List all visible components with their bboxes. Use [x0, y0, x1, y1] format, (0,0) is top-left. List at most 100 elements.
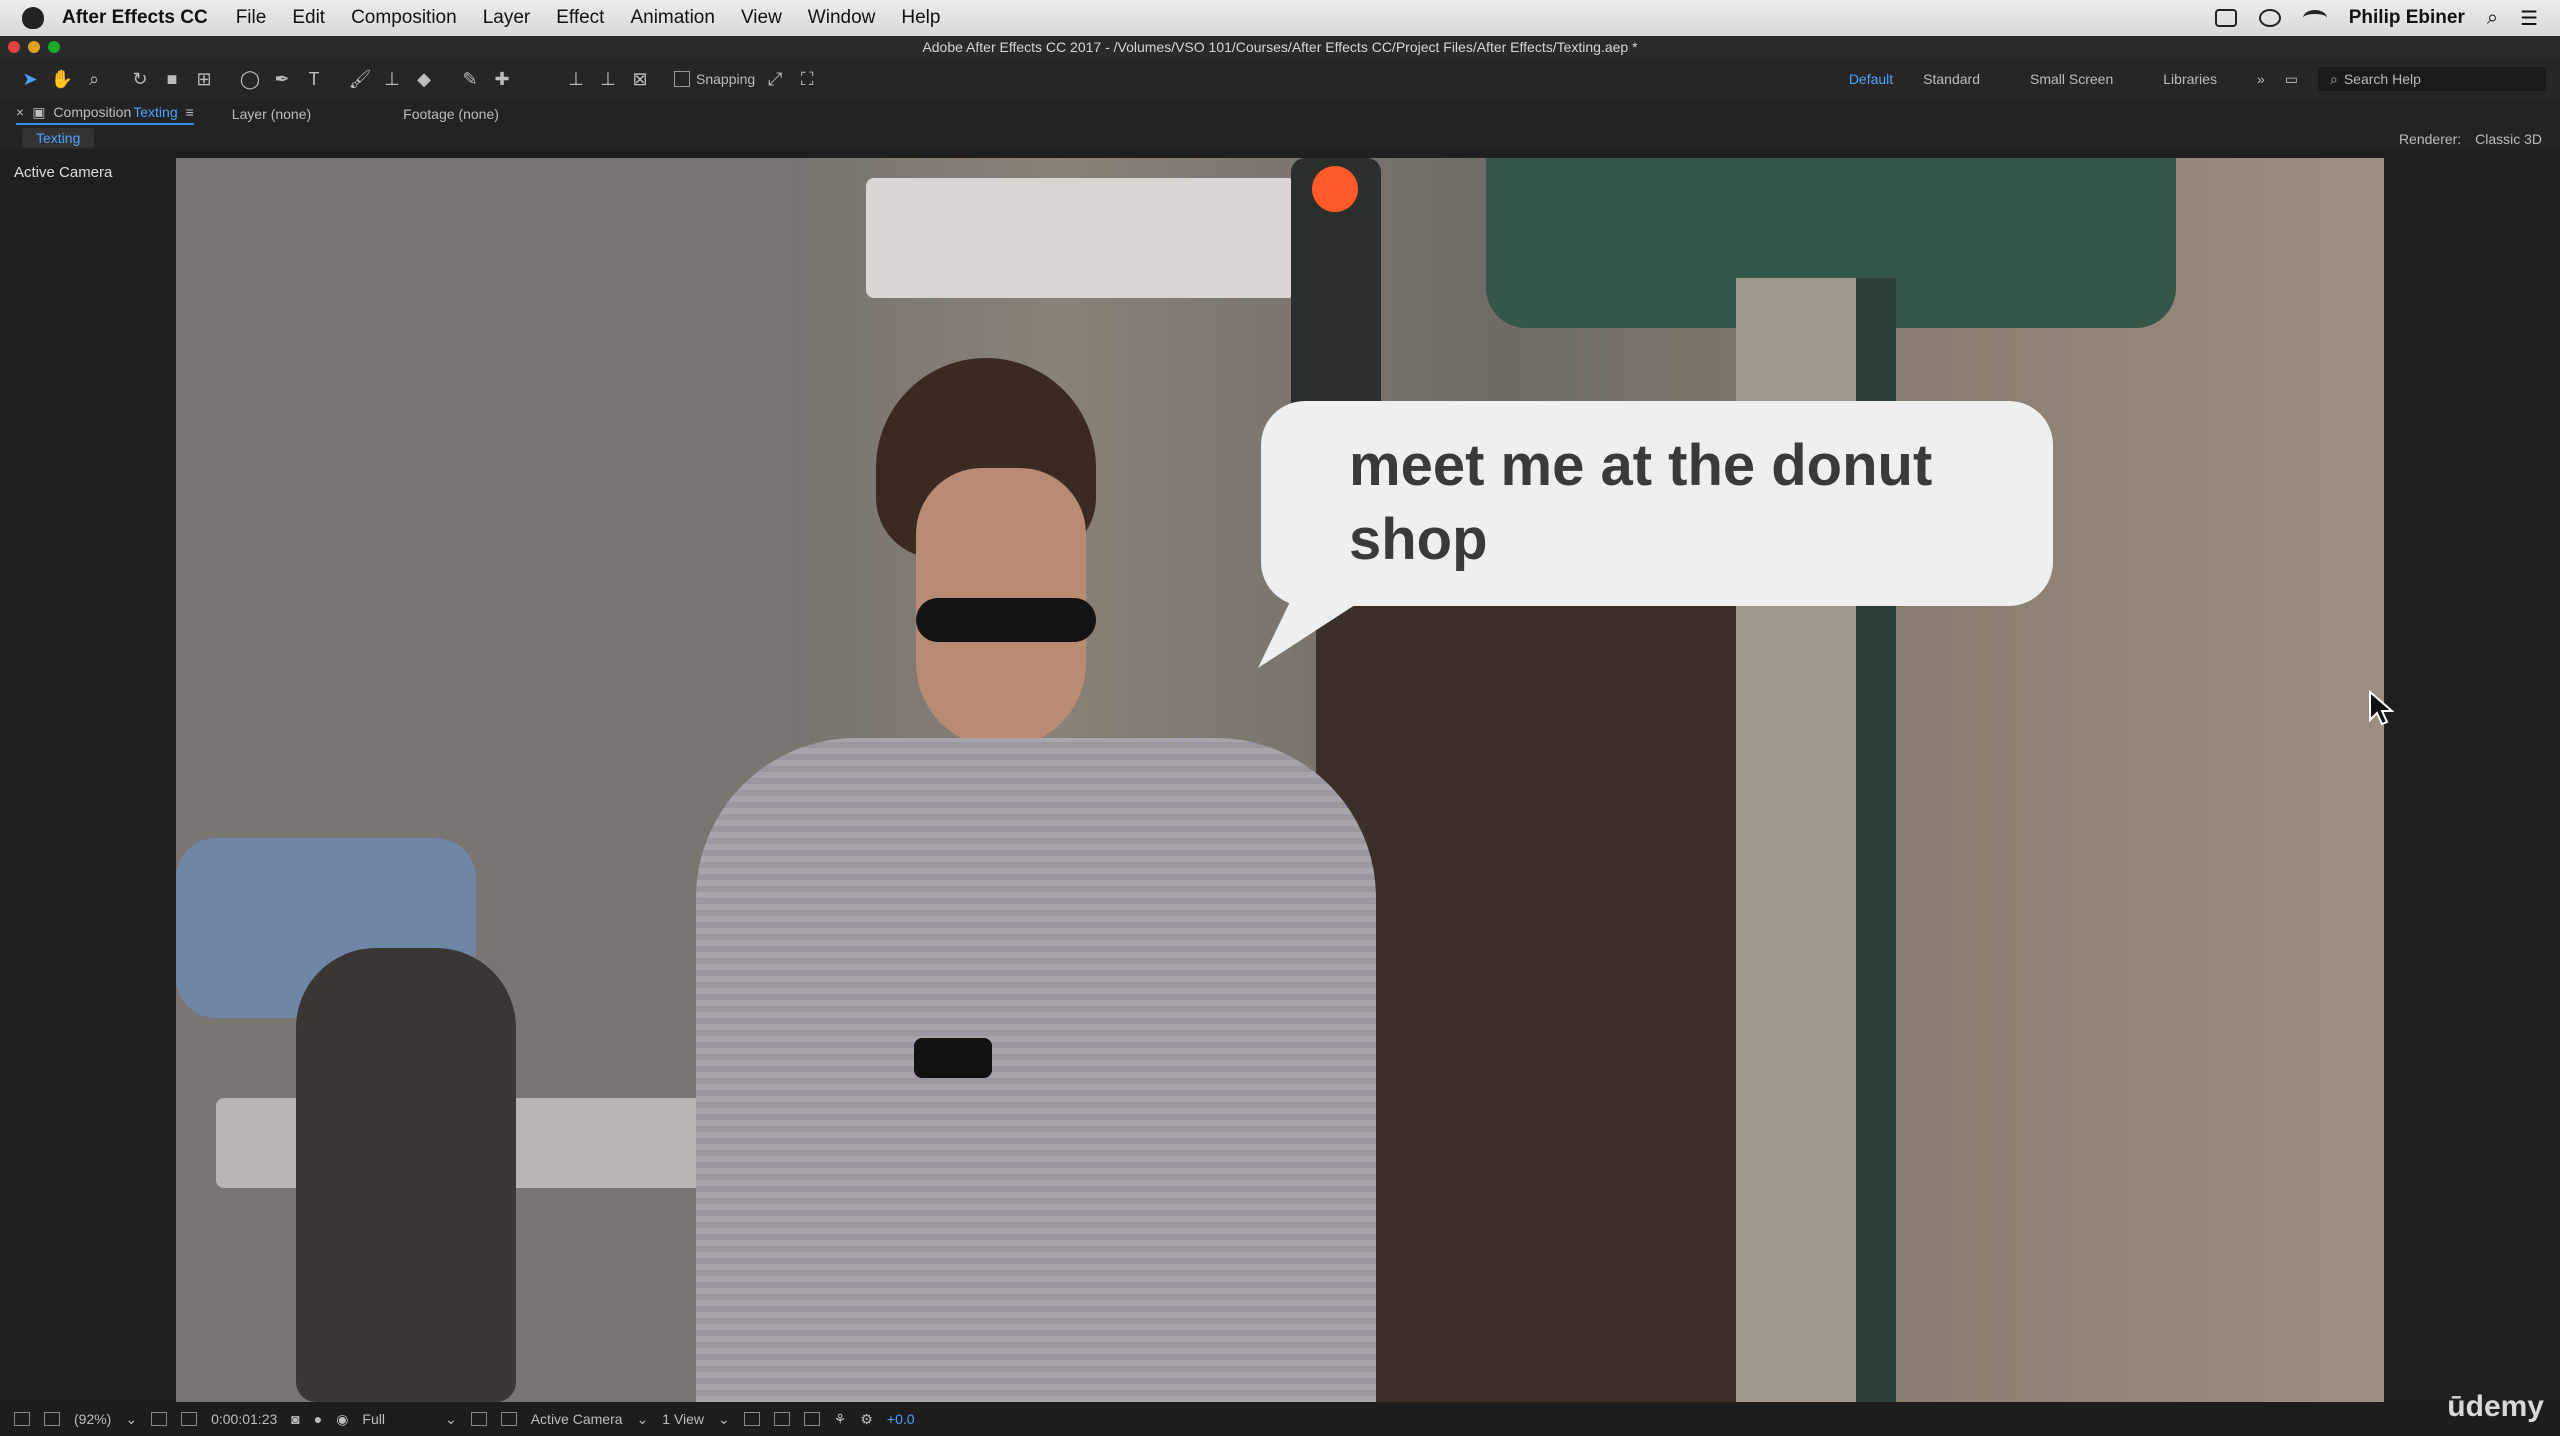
color-channel-icon[interactable]: ◉: [336, 1411, 348, 1428]
spotlight-search-icon[interactable]: ⌕: [2487, 7, 2498, 30]
search-help-field[interactable]: ⌕ Search Help: [2318, 67, 2546, 91]
always-preview-icon[interactable]: [14, 1412, 30, 1426]
menu-layer[interactable]: Layer: [483, 7, 531, 29]
menu-window[interactable]: Window: [808, 7, 876, 29]
lock-icon[interactable]: ▣: [32, 104, 45, 121]
close-window-button[interactable]: [8, 41, 20, 53]
clone-stamp-tool-icon[interactable]: ⊥: [380, 67, 404, 91]
camera-view-chevron-icon[interactable]: ⌄: [637, 1411, 649, 1428]
more-workspaces-icon[interactable]: »: [2257, 71, 2265, 87]
eraser-tool-icon[interactable]: ◆: [412, 67, 436, 91]
active-camera-label: Active Camera: [14, 164, 113, 181]
camera-view-dropdown[interactable]: Active Camera: [531, 1411, 623, 1427]
timeline-icon[interactable]: [803, 1412, 820, 1426]
menu-view[interactable]: View: [741, 7, 782, 29]
renderer-setting[interactable]: Renderer: Classic 3D: [2399, 128, 2542, 150]
minimize-window-button[interactable]: [28, 41, 40, 53]
notification-center-icon[interactable]: ☰: [2520, 6, 2538, 31]
flowchart-icon[interactable]: ⚘: [834, 1411, 847, 1428]
camera-tool-icon[interactable]: ■: [160, 67, 184, 91]
zoom-window-button[interactable]: [48, 41, 60, 53]
udemy-watermark: ūdemy: [2447, 1390, 2544, 1423]
mask-visibility-icon[interactable]: [181, 1412, 198, 1426]
region-monitor-icon[interactable]: [44, 1412, 60, 1426]
snap-features-icon[interactable]: ⛶: [795, 67, 819, 91]
transparency-grid-icon[interactable]: [500, 1412, 517, 1426]
renderer-label: Renderer:: [2398, 131, 2462, 147]
screen-record-icon[interactable]: [2214, 9, 2237, 27]
tab-layer[interactable]: Layer (none): [232, 106, 311, 122]
window-controls: [8, 41, 60, 53]
renderer-value: Classic 3D: [2475, 131, 2542, 147]
speech-bubble[interactable]: meet me at the donut shop: [1261, 401, 2053, 606]
app-menu[interactable]: After Effects CC: [62, 7, 208, 29]
menu-help[interactable]: Help: [901, 7, 940, 29]
type-tool-icon[interactable]: T: [302, 67, 326, 91]
wifi-icon[interactable]: [2302, 10, 2327, 26]
menu-file[interactable]: File: [236, 7, 267, 29]
window-title-bar: Adobe After Effects CC 2017 - /Volumes/V…: [0, 36, 2560, 58]
snapping-toggle[interactable]: Snapping ⤢ ⛶: [674, 67, 819, 91]
composition-canvas[interactable]: meet me at the donut shop: [176, 158, 2384, 1402]
mouse-cursor-icon: [2369, 690, 2394, 726]
pan-behind-tool-icon[interactable]: ⊞: [192, 67, 216, 91]
speech-bubble-text: meet me at the donut shop: [1349, 433, 1933, 572]
hand-tool-icon[interactable]: ✋: [50, 67, 74, 91]
magnification-chevron-icon[interactable]: ⌄: [125, 1411, 137, 1428]
composition-viewer: Active Camera meet me at the donut shop: [0, 150, 2560, 1402]
fast-previews-icon[interactable]: [773, 1412, 790, 1426]
menu-composition[interactable]: Composition: [351, 7, 457, 29]
show-snapshot-icon[interactable]: ●: [314, 1411, 322, 1427]
world-axis-mode-icon[interactable]: ⊥: [596, 67, 620, 91]
workspace-panel-icon[interactable]: ▭: [2285, 71, 2298, 88]
workspace-libraries[interactable]: Libraries: [2163, 71, 2217, 87]
exposure-value[interactable]: +0.0: [887, 1411, 915, 1427]
tools-panel: ➤ ✋ ⌕ ↻ ■ ⊞ ◯ ✒ T 🖌 ⊥ ◆ ✎ ✚ ⊥ ⊥ ⊠ Snappi…: [0, 58, 2560, 100]
view-layout-chevron-icon[interactable]: ⌄: [718, 1411, 730, 1428]
composition-tab-name: Texting: [133, 104, 178, 120]
menu-effect[interactable]: Effect: [556, 7, 604, 29]
workspace-default[interactable]: Default: [1849, 71, 1893, 87]
local-axis-mode-icon[interactable]: ⊥: [564, 67, 588, 91]
workspace-standard[interactable]: Standard: [1923, 71, 1980, 87]
view-axis-mode-icon[interactable]: ⊠: [628, 67, 652, 91]
composition-breadcrumb[interactable]: Texting: [22, 128, 95, 148]
resolution-chevron-icon[interactable]: ⌄: [445, 1411, 457, 1428]
region-of-interest-icon[interactable]: [470, 1412, 487, 1426]
snapshot-camera-icon[interactable]: ◙: [291, 1411, 299, 1427]
window-title: Adobe After Effects CC 2017 - /Volumes/V…: [922, 39, 1638, 55]
workspace-small-screen[interactable]: Small Screen: [2030, 71, 2113, 87]
selection-tool-icon[interactable]: ➤: [18, 67, 42, 91]
menu-extras: Philip Ebiner ⌕ ☰: [2214, 6, 2560, 31]
view-layout-dropdown[interactable]: 1 View: [662, 1411, 704, 1427]
ellipse-tool-icon[interactable]: ◯: [238, 67, 262, 91]
close-panel-icon[interactable]: ×: [16, 104, 24, 120]
user-name[interactable]: Philip Ebiner: [2349, 7, 2465, 29]
safe-margins-icon[interactable]: [151, 1412, 168, 1426]
composition-navigator: Texting Renderer: Classic 3D: [0, 128, 2560, 150]
exposure-reset-icon[interactable]: ⚙: [860, 1411, 873, 1428]
tab-composition[interactable]: × ▣ Composition Texting ≡: [16, 104, 194, 125]
menu-animation[interactable]: Animation: [630, 7, 715, 29]
search-icon: ⌕: [2330, 70, 2338, 87]
rotate-tool-icon[interactable]: ↻: [128, 67, 152, 91]
snap-edges-icon[interactable]: ⤢: [763, 67, 787, 91]
workspace-switcher: Default Standard Small Screen Libraries …: [1849, 67, 2560, 91]
menu-edit[interactable]: Edit: [292, 7, 325, 29]
toggle-pixel-aspect-icon[interactable]: [743, 1412, 760, 1426]
viewer-panel-tabs: × ▣ Composition Texting ≡ Layer (none) F…: [0, 100, 2560, 128]
zoom-tool-icon[interactable]: ⌕: [82, 67, 106, 91]
current-time[interactable]: 0:00:01:23: [211, 1411, 277, 1427]
resolution-dropdown[interactable]: Full: [362, 1411, 385, 1427]
panel-menu-icon[interactable]: ≡: [186, 104, 194, 120]
pen-tool-icon[interactable]: ✒: [270, 67, 294, 91]
brush-tool-icon[interactable]: 🖌: [348, 67, 372, 91]
tab-footage[interactable]: Footage (none): [403, 106, 499, 122]
apple-icon[interactable]: [22, 7, 44, 29]
puppet-pin-tool-icon[interactable]: ✚: [490, 67, 514, 91]
snapping-checkbox[interactable]: [674, 71, 690, 87]
creative-cloud-icon[interactable]: [2258, 9, 2281, 27]
magnification-dropdown[interactable]: (92%): [74, 1411, 111, 1427]
roto-brush-tool-icon[interactable]: ✎: [458, 67, 482, 91]
composition-tab-prefix: Composition: [53, 104, 132, 120]
